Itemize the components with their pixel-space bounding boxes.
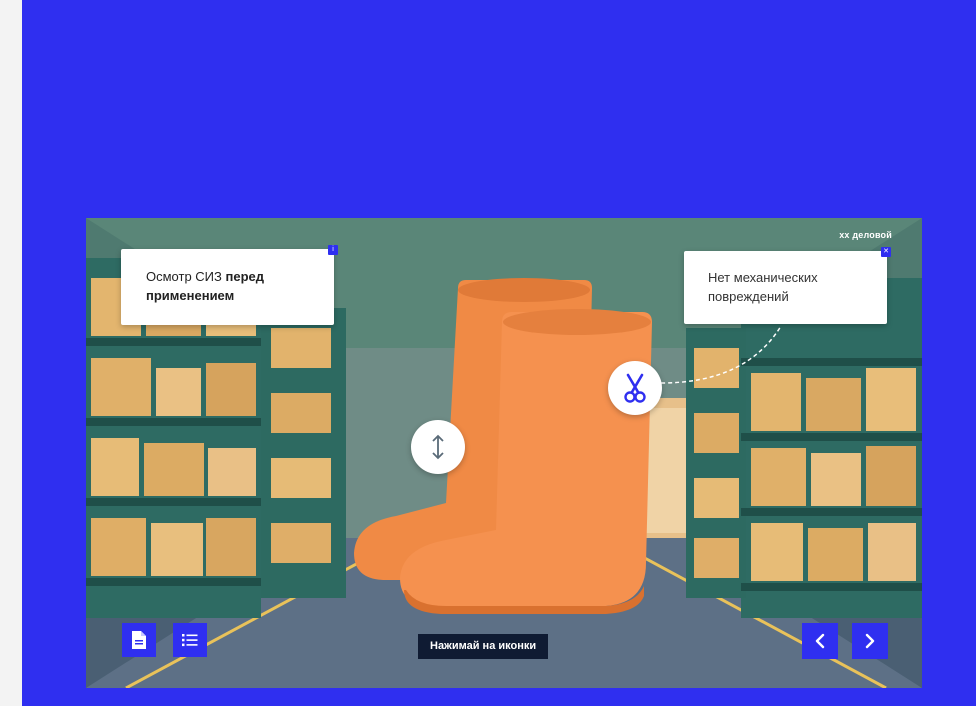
chevron-right-icon [865, 633, 875, 649]
next-button[interactable] [852, 623, 888, 659]
previous-button[interactable] [802, 623, 838, 659]
list-icon [182, 634, 198, 647]
hint-label: Нажимай на иконки [418, 634, 549, 659]
close-icon[interactable]: ✕ [881, 247, 891, 257]
document-button[interactable] [122, 623, 156, 657]
vertical-arrows-hotspot[interactable] [411, 420, 465, 474]
left-panel [0, 0, 22, 706]
callout-damage: Нет механических повреждений ✕ [684, 247, 891, 324]
callout-inspection-text: Осмотр СИЗ [146, 269, 226, 284]
callout-inspection: Осмотр СИЗ перед применением i [121, 245, 338, 325]
info-icon[interactable]: i [328, 245, 338, 255]
chevron-left-icon [815, 633, 825, 649]
list-button[interactable] [173, 623, 207, 657]
callout-damage-text: Нет механических повреждений [708, 270, 818, 304]
document-icon [132, 631, 146, 649]
vertical-arrows-icon [432, 434, 444, 460]
scissors-hotspot[interactable] [608, 361, 662, 415]
scissors-icon [624, 373, 646, 403]
slide-stage: хх деловой Осмотр СИЗ перед применением … [86, 218, 922, 688]
brand-logo: хх деловой [839, 230, 892, 240]
